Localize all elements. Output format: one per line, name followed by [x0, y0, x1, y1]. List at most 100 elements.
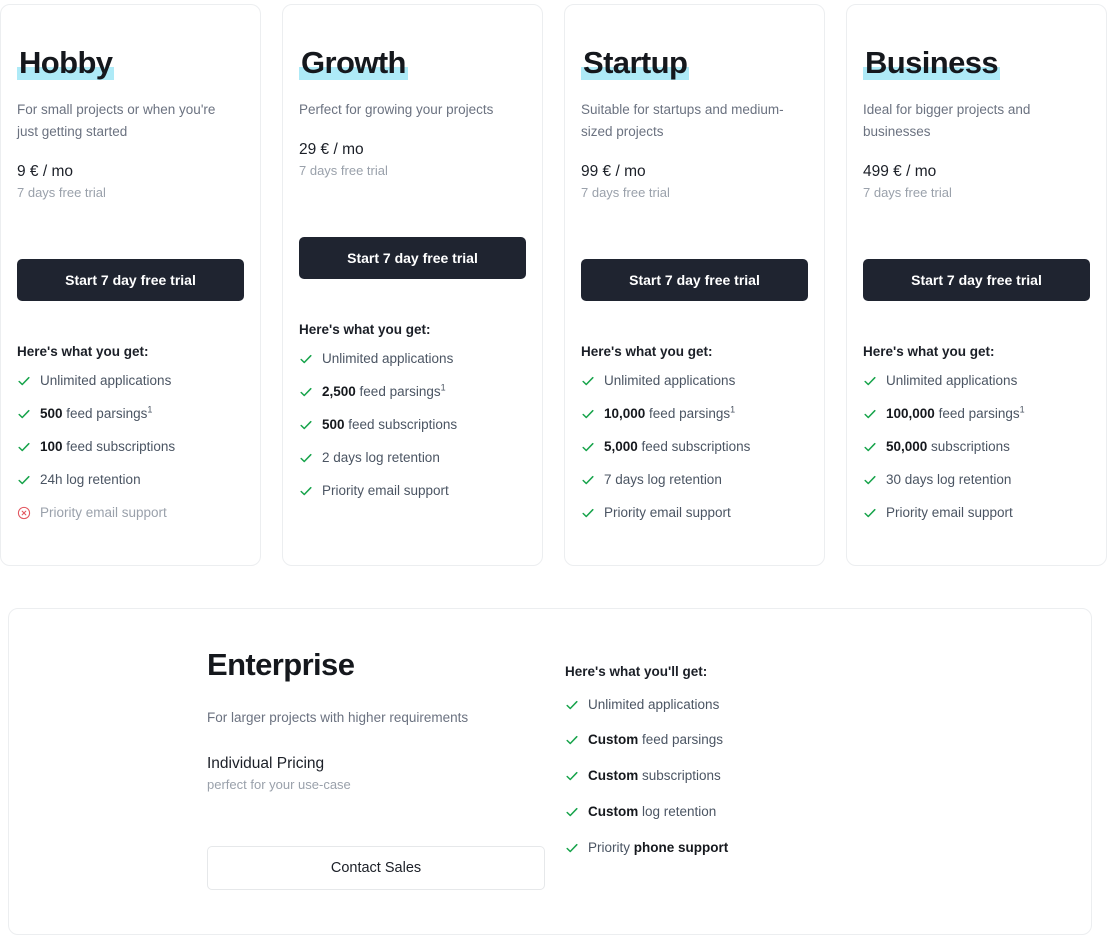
- enterprise-price-note: perfect for your use-case: [207, 777, 351, 793]
- feature-label: 500 feed parsings1: [40, 404, 153, 422]
- start-trial-button[interactable]: Start 7 day free trial: [17, 259, 244, 302]
- plan-name: Startup: [583, 45, 688, 80]
- feature-item: Priority email support: [863, 497, 1090, 530]
- feature-list: Unlimited applications Custom feed parsin…: [565, 687, 895, 866]
- plan-title-startup: Startup: [581, 45, 690, 80]
- feature-label: Priority email support: [40, 504, 167, 520]
- enterprise-price: Individual Pricing: [207, 755, 325, 773]
- start-trial-button[interactable]: Start 7 day free trial: [863, 259, 1090, 302]
- check-icon: [17, 472, 31, 487]
- plan-description: For small projects or when you're just g…: [17, 102, 216, 139]
- feature-list: Unlimited applications 10,000 feed parsin…: [581, 365, 808, 529]
- plan-trial-note: 7 days free trial: [581, 185, 670, 201]
- feature-label: 500 feed subscriptions: [322, 417, 458, 433]
- feature-item: 30 days log retention: [863, 464, 1090, 497]
- plan-price: 499 € / mo: [863, 162, 937, 180]
- feature-label: Priority email support: [886, 504, 1013, 520]
- plan-description: Ideal for bigger projects and businesses: [863, 102, 1031, 139]
- feature-label: 30 days log retention: [886, 471, 1012, 487]
- pricing-card-startup: Startup Suitable for startups and medium…: [564, 4, 825, 566]
- check-icon: [565, 768, 579, 783]
- check-icon: [17, 406, 31, 421]
- features-heading: Here's what you'll get:: [565, 664, 708, 679]
- plan-title-growth: Growth: [299, 45, 408, 80]
- feature-item: Unlimited applications: [17, 365, 244, 398]
- feature-label: Priority phone support: [588, 840, 729, 855]
- feature-item: 50,000 subscriptions: [863, 431, 1090, 464]
- check-icon: [299, 351, 313, 366]
- pricing-card-hobby: Hobby For small projects or when you're …: [0, 4, 261, 566]
- feature-item: Unlimited applications: [863, 365, 1090, 398]
- feature-label: 7 days log retention: [604, 471, 722, 487]
- check-icon: [581, 439, 595, 454]
- feature-item: Priority phone support: [565, 831, 895, 867]
- feature-item: 24h log retention: [17, 464, 244, 497]
- plan-trial-note: 7 days free trial: [17, 185, 106, 201]
- plan-name: Growth: [301, 45, 406, 80]
- contact-sales-button[interactable]: Contact Sales: [207, 846, 545, 891]
- feature-label: Unlimited applications: [40, 373, 172, 389]
- feature-label: 50,000 subscriptions: [886, 438, 1010, 454]
- plan-trial-note: 7 days free trial: [863, 185, 952, 201]
- check-icon: [17, 439, 31, 454]
- features-heading: Here's what you get:: [581, 344, 713, 360]
- feature-item: Unlimited applications: [565, 687, 895, 723]
- feature-label: 24h log retention: [40, 471, 141, 487]
- check-icon: [863, 373, 877, 388]
- check-icon: [863, 406, 877, 421]
- feature-item: 7 days log retention: [581, 464, 808, 497]
- enterprise-right-column: Here's what you'll get: Unlimited applic…: [565, 664, 895, 866]
- feature-item: 10,000 feed parsings1: [581, 398, 808, 431]
- enterprise-left-column: Enterprise For larger projects with high…: [207, 647, 545, 891]
- feature-item: 5,000 feed subscriptions: [581, 431, 808, 464]
- check-icon: [581, 472, 595, 487]
- feature-label: Priority email support: [604, 504, 731, 520]
- features-heading: Here's what you get:: [863, 344, 995, 360]
- features-heading: Here's what you get:: [299, 322, 431, 338]
- check-icon: [863, 439, 877, 454]
- plan-price: 99 € / mo: [581, 162, 646, 180]
- check-icon: [863, 472, 877, 487]
- check-icon: [581, 373, 595, 388]
- feature-item: 500 feed parsings1: [17, 398, 244, 431]
- check-icon: [565, 697, 579, 712]
- check-icon: [581, 406, 595, 421]
- feature-list: Unlimited applications 100,000 feed parsi…: [863, 365, 1090, 529]
- start-trial-button[interactable]: Start 7 day free trial: [581, 259, 808, 302]
- plan-name: Business: [865, 45, 999, 80]
- feature-label: Custom subscriptions: [588, 768, 721, 784]
- enterprise-title: Enterprise: [207, 647, 355, 682]
- feature-label: 10,000 feed parsings1: [604, 404, 736, 422]
- feature-item: 2,500 feed parsings1: [299, 376, 526, 409]
- feature-item: 500 feed subscriptions: [299, 409, 526, 442]
- feature-label: Unlimited applications: [322, 351, 454, 367]
- check-icon: [299, 450, 313, 465]
- feature-label: 100,000 feed parsings1: [886, 404, 1025, 422]
- check-icon: [299, 417, 313, 432]
- feature-label: 100 feed subscriptions: [40, 438, 176, 454]
- plan-price: 29 € / mo: [299, 140, 364, 158]
- cross-circle-icon: [17, 505, 31, 520]
- feature-label: Unlimited applications: [604, 373, 736, 389]
- check-icon: [565, 804, 579, 819]
- check-icon: [299, 483, 313, 498]
- features-heading: Here's what you get:: [17, 344, 149, 360]
- feature-label: 5,000 feed subscriptions: [604, 438, 751, 454]
- plan-title-hobby: Hobby: [17, 45, 115, 80]
- feature-label: 2,500 feed parsings1: [322, 382, 446, 400]
- check-icon: [17, 373, 31, 388]
- feature-item: Priority email support: [581, 497, 808, 530]
- plan-price: 9 € / mo: [17, 162, 73, 180]
- plan-name: Hobby: [19, 45, 113, 80]
- pricing-card-business: Business Ideal for bigger projects and b…: [846, 4, 1107, 566]
- enterprise-description: For larger projects with higher requirem…: [207, 710, 469, 725]
- feature-label: Unlimited applications: [886, 373, 1018, 389]
- pricing-card-growth: Growth Perfect for growing your projects…: [282, 4, 543, 566]
- start-trial-button[interactable]: Start 7 day free trial: [299, 237, 526, 280]
- enterprise-panel: Enterprise For larger projects with high…: [8, 608, 1092, 935]
- plan-trial-note: 7 days free trial: [299, 163, 388, 179]
- check-icon: [565, 840, 579, 855]
- feature-item: 100 feed subscriptions: [17, 431, 244, 464]
- check-icon: [299, 384, 313, 399]
- check-icon: [565, 732, 579, 747]
